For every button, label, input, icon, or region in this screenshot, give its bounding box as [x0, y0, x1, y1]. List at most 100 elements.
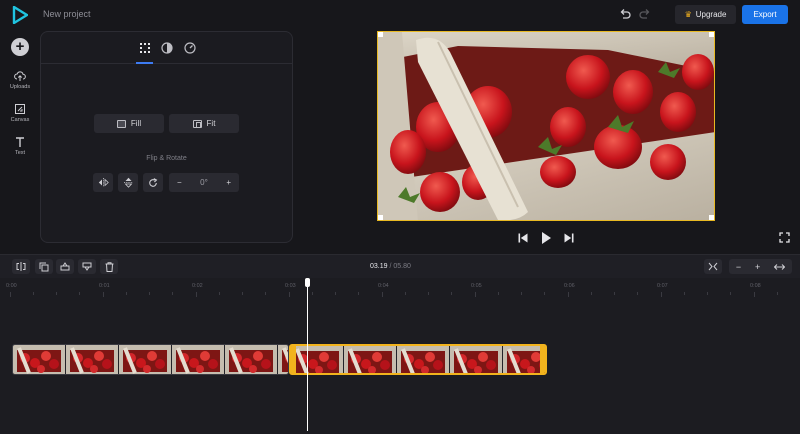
- timeline[interactable]: 0:00 0:01 0:02 0:03 0:04 0:05 0:06 0:07 0:08: [0, 278, 800, 434]
- ruler-tick: [777, 292, 778, 295]
- ruler-tick: [684, 292, 685, 295]
- ruler-tick: [428, 292, 429, 295]
- grid-icon[interactable]: [138, 41, 152, 55]
- timeline-toolbar: 03.19 / 05.80 − +: [0, 254, 800, 278]
- clip-thumbnail: [66, 345, 119, 374]
- ruler-tick: [265, 292, 266, 295]
- project-title[interactable]: New project: [43, 9, 91, 19]
- rotate-button[interactable]: [143, 173, 163, 192]
- fullscreen-icon[interactable]: [779, 232, 790, 243]
- ruler-tick: [312, 292, 313, 295]
- split-button[interactable]: [12, 259, 30, 274]
- rotation-decrease-button[interactable]: −: [177, 178, 182, 187]
- ruler-tick: [196, 292, 197, 297]
- contrast-icon[interactable]: [160, 41, 174, 55]
- duplicate-button[interactable]: [35, 259, 53, 274]
- sidebar-item-canvas[interactable]: Canvas: [0, 103, 40, 123]
- resize-handle-top-left[interactable]: [378, 32, 383, 37]
- total-time: 05.80: [393, 263, 411, 270]
- sidebar-item-label: Text: [14, 150, 26, 156]
- resize-handle-bottom-left[interactable]: [378, 215, 383, 220]
- ruler-tick: [614, 292, 615, 295]
- speed-icon[interactable]: [183, 41, 197, 55]
- ruler-tick-label: 0:01: [99, 283, 110, 289]
- video-clip-2-selected[interactable]: [289, 344, 547, 375]
- clip-thumbnail: [119, 345, 172, 374]
- ruler-tick: [335, 292, 336, 295]
- ruler-tick-label: 0:05: [471, 283, 482, 289]
- ruler-tick: [358, 292, 359, 295]
- sidebar-item-text[interactable]: Text: [0, 136, 40, 156]
- resize-handle-bottom-right[interactable]: [709, 215, 714, 220]
- active-tab-indicator: [136, 62, 153, 64]
- clip-thumbnail: [344, 346, 397, 373]
- fit-button[interactable]: Fit: [169, 114, 239, 133]
- flip-vertical-button[interactable]: [118, 173, 138, 192]
- clip-thumbnail: [278, 345, 288, 374]
- ruler-tick: [33, 292, 34, 295]
- export-button[interactable]: Export: [742, 5, 788, 24]
- trim-start-button[interactable]: [56, 259, 74, 274]
- zoom-controls: − +: [729, 259, 792, 274]
- rotate-icon: [149, 177, 158, 187]
- undo-icon[interactable]: [618, 8, 632, 22]
- cloud-upload-icon: [14, 71, 26, 81]
- play-icon[interactable]: [541, 231, 552, 245]
- ruler-tick: [172, 292, 173, 295]
- ruler-tick: [451, 292, 452, 295]
- ruler-tick-label: 0:02: [192, 283, 203, 289]
- clip-trim-handle-right[interactable]: [540, 346, 545, 373]
- sidebar-item-label: Uploads: [9, 84, 31, 90]
- properties-panel: Fill Fit Flip & Rotate − 0° +: [40, 31, 293, 243]
- logo-icon[interactable]: [12, 6, 28, 24]
- zoom-in-button[interactable]: +: [755, 262, 760, 272]
- ruler-tick: [10, 292, 11, 297]
- delete-button[interactable]: [100, 259, 118, 274]
- ruler-tick-label: 0:03: [285, 283, 296, 289]
- clip-thumbnail: [225, 345, 278, 374]
- upgrade-button[interactable]: ♛ Upgrade: [675, 5, 736, 24]
- expand-timeline-icon[interactable]: [774, 263, 786, 271]
- add-media-button[interactable]: +: [11, 38, 29, 56]
- ruler-tick: [637, 292, 638, 295]
- sidebar: + Uploads Canvas Text: [0, 30, 40, 250]
- timecode: 03.19 / 05.80: [370, 263, 411, 270]
- trim-end-button[interactable]: [78, 259, 96, 274]
- ruler-tick-label: 0:00: [6, 283, 17, 289]
- clip-thumbnail: [450, 346, 503, 373]
- video-clip-1[interactable]: [12, 344, 289, 375]
- ruler-tick: [382, 292, 383, 297]
- ruler-tick-label: 0:08: [750, 283, 761, 289]
- flip-vertical-icon: [123, 177, 133, 188]
- rotation-value[interactable]: 0°: [200, 178, 208, 187]
- video-preview[interactable]: [377, 31, 715, 221]
- duplicate-icon: [39, 262, 49, 271]
- fit-icon: [192, 119, 202, 128]
- clip-thumbnail: [291, 346, 344, 373]
- flip-horizontal-button[interactable]: [93, 173, 113, 192]
- fill-icon: [116, 119, 126, 128]
- time-separator: /: [389, 263, 392, 270]
- clip-trim-handle-left[interactable]: [291, 346, 296, 373]
- trash-icon: [105, 261, 113, 272]
- clip-thumbnail: [13, 345, 66, 374]
- playhead[interactable]: [307, 281, 308, 431]
- rotation-stepper: − 0° +: [169, 173, 239, 192]
- ruler-tick: [521, 292, 522, 295]
- zoom-out-button[interactable]: −: [736, 262, 741, 272]
- current-time: 03.19: [370, 263, 388, 270]
- sidebar-item-uploads[interactable]: Uploads: [0, 70, 40, 90]
- ruler-tick: [754, 292, 755, 297]
- fit-timeline-button[interactable]: [704, 259, 722, 274]
- canvas-icon: [15, 104, 25, 114]
- upgrade-label: Upgrade: [695, 10, 727, 19]
- skip-forward-icon[interactable]: [564, 233, 574, 243]
- redo-icon[interactable]: [638, 8, 652, 22]
- ruler-tick: [405, 292, 406, 295]
- rotation-increase-button[interactable]: +: [226, 178, 231, 187]
- skip-back-icon[interactable]: [518, 233, 528, 243]
- fill-button[interactable]: Fill: [94, 114, 164, 133]
- clip-thumbnail: [397, 346, 450, 373]
- playhead-handle[interactable]: [305, 278, 310, 287]
- resize-handle-top-right[interactable]: [709, 32, 714, 37]
